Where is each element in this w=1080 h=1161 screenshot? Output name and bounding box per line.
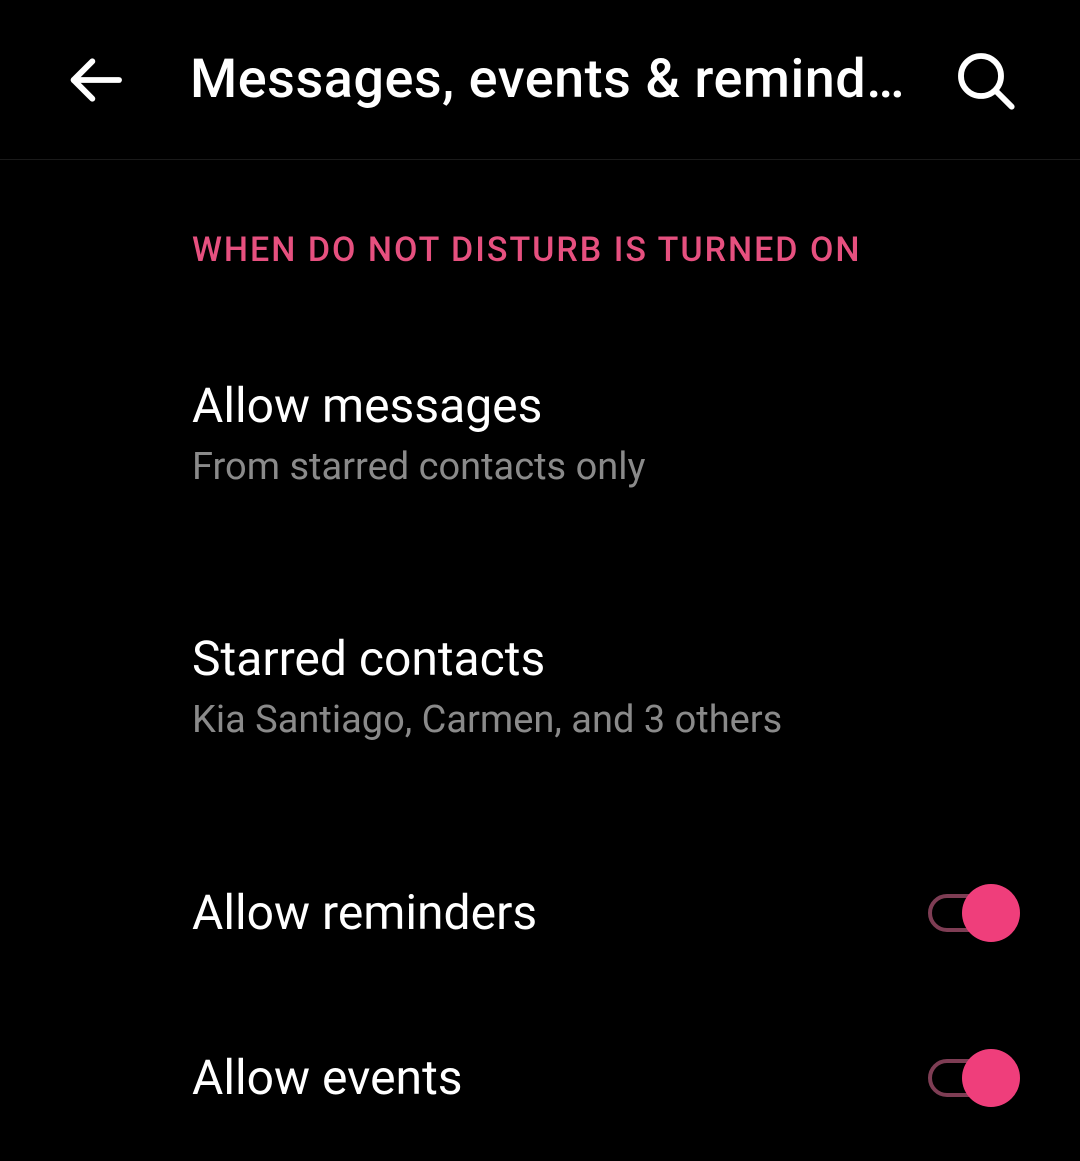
search-button[interactable] <box>950 45 1020 115</box>
allow-reminders-title: Allow reminders <box>192 882 928 944</box>
allow-messages-title: Allow messages <box>192 375 1020 437</box>
section-header: WHEN DO NOT DISTURB IS TURNED ON <box>0 230 1080 270</box>
page-title: Messages, events & reminders <box>190 48 950 111</box>
app-header: Messages, events & reminders <box>0 0 1080 160</box>
starred-contacts-subtitle: Kia Santiago, Carmen, and 3 others <box>192 696 1020 745</box>
settings-content: WHEN DO NOT DISTURB IS TURNED ON Allow m… <box>0 160 1080 1161</box>
allow-events-row[interactable]: Allow events <box>0 996 1080 1161</box>
starred-contacts-title: Starred contacts <box>192 628 1020 690</box>
allow-reminders-toggle[interactable] <box>928 884 1020 942</box>
starred-contacts-row[interactable]: Starred contacts Kia Santiago, Carmen, a… <box>0 593 1080 781</box>
spacer <box>0 781 1080 831</box>
allow-events-text: Allow events <box>192 1047 928 1109</box>
allow-messages-row[interactable]: Allow messages From starred contacts onl… <box>0 340 1080 528</box>
allow-messages-subtitle: From starred contacts only <box>192 443 1020 492</box>
allow-events-title: Allow events <box>192 1047 928 1109</box>
starred-contacts-text: Starred contacts Kia Santiago, Carmen, a… <box>192 628 1020 746</box>
spacer <box>0 528 1080 593</box>
toggle-thumb <box>962 1049 1020 1107</box>
allow-reminders-text: Allow reminders <box>192 882 928 944</box>
allow-reminders-row[interactable]: Allow reminders <box>0 831 1080 996</box>
search-icon <box>953 48 1017 112</box>
allow-messages-text: Allow messages From starred contacts onl… <box>192 375 1020 493</box>
allow-events-toggle[interactable] <box>928 1049 1020 1107</box>
back-button[interactable] <box>60 45 130 115</box>
toggle-thumb <box>962 884 1020 942</box>
arrow-left-icon <box>63 48 127 112</box>
